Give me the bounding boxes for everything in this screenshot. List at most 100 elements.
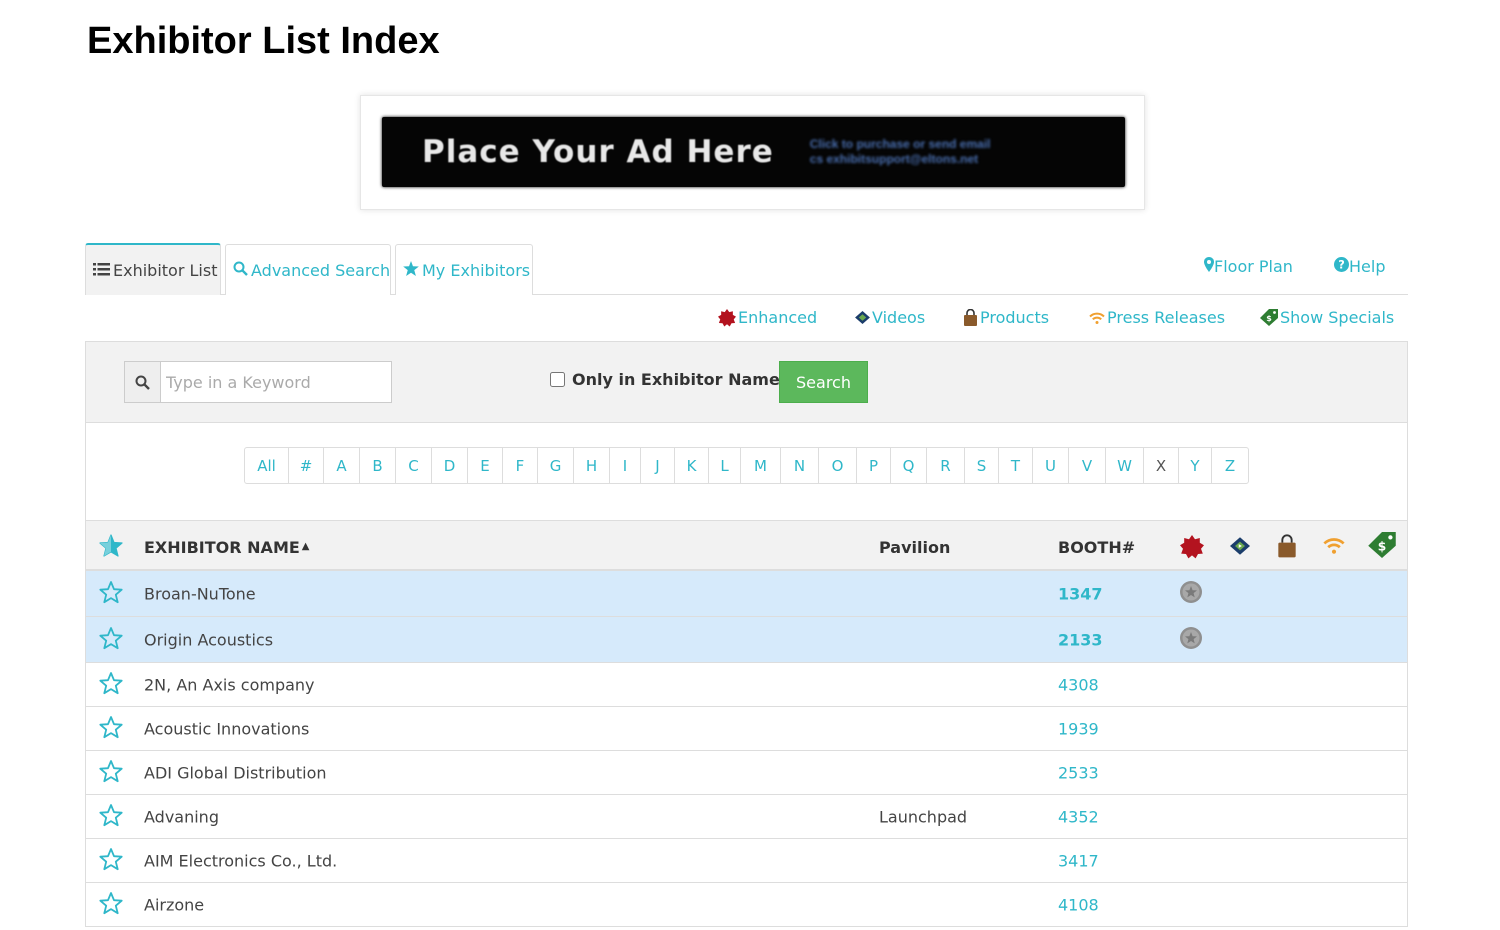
exhibitor-name-link[interactable]: Broan-NuTone	[144, 584, 256, 603]
sort-asc-icon: ▲	[301, 541, 310, 552]
legend-show-specials[interactable]: $ Show Specials	[1260, 308, 1394, 327]
alphabet-filter-u[interactable]: U	[1033, 448, 1069, 483]
legend-products[interactable]: Products	[963, 308, 1049, 327]
table-row[interactable]: Broan-NuTone 1347	[86, 571, 1407, 617]
table-row[interactable]: Origin Acoustics 2133	[86, 617, 1407, 663]
alphabet-filter-p[interactable]: P	[857, 448, 891, 483]
ad-banner[interactable]: Place Your Ad Here Click to purchase or …	[360, 95, 1145, 210]
only-exhibitor-name-option[interactable]: Only in Exhibitor Name	[550, 370, 780, 389]
alphabet-filter-c[interactable]: C	[396, 448, 432, 483]
tab-exhibitor-list[interactable]: Exhibitor List	[85, 243, 221, 295]
booth-link[interactable]: 4108	[1058, 895, 1099, 914]
alphabet-filter-all[interactable]: All	[245, 448, 289, 483]
shopping-bag-icon	[1277, 534, 1297, 563]
alphabet-filter-s[interactable]: S	[965, 448, 999, 483]
tab-bar: Exhibitor List Advanced Search My Exhibi…	[85, 243, 1408, 295]
help-link[interactable]: ? Help	[1334, 257, 1385, 276]
alphabet-filter-l[interactable]: L	[709, 448, 741, 483]
keyword-search-input[interactable]	[161, 362, 391, 402]
alphabet-filter-o[interactable]: O	[819, 448, 857, 483]
legend-press-releases[interactable]: Press Releases	[1089, 308, 1225, 327]
table-row[interactable]: Advaning Launchpad 4352	[86, 795, 1407, 839]
alphabet-filter-n[interactable]: N	[781, 448, 819, 483]
legend-videos[interactable]: Videos	[855, 308, 925, 327]
alphabet-pagination: All # A B C D E F G H I J K L M N O P Q R S T U V W X Y Z	[244, 447, 1249, 484]
booth-link[interactable]: 3417	[1058, 851, 1099, 870]
booth-link[interactable]: 1939	[1058, 719, 1099, 738]
favorite-star-icon[interactable]	[99, 580, 123, 607]
wifi-icon	[1089, 312, 1105, 324]
table-row[interactable]: ADI Global Distribution 2533	[86, 751, 1407, 795]
sort-exhibitor-name[interactable]: EXHIBITOR NAME ▲	[144, 538, 310, 557]
booth-link[interactable]: 2133	[1058, 630, 1103, 649]
exhibitor-name-link[interactable]: Airzone	[144, 895, 204, 914]
alphabet-filter-z[interactable]: Z	[1212, 448, 1248, 483]
alphabet-filter-h[interactable]: H	[574, 448, 610, 483]
alphabet-filter-b[interactable]: B	[360, 448, 396, 483]
alphabet-filter-g[interactable]: G	[538, 448, 574, 483]
table-row[interactable]: 2N, An Axis company 4308	[86, 663, 1407, 707]
favorite-star-icon[interactable]	[99, 847, 123, 874]
exhibitor-name-link[interactable]: AIM Electronics Co., Ltd.	[144, 851, 337, 870]
alphabet-filter-v[interactable]: V	[1069, 448, 1106, 483]
table-row[interactable]: Airzone 4108	[86, 883, 1407, 927]
star-filter-icon[interactable]	[99, 534, 123, 562]
table-row[interactable]: AIM Electronics Co., Ltd. 3417	[86, 839, 1407, 883]
alphabet-filter-hash[interactable]: #	[289, 448, 324, 483]
tab-advanced-search[interactable]: Advanced Search	[225, 244, 391, 295]
alphabet-filter-m[interactable]: M	[741, 448, 781, 483]
pavilion-header: Pavilion	[879, 538, 951, 557]
alphabet-filter-q[interactable]: Q	[891, 448, 927, 483]
alphabet-filter-x[interactable]: X	[1144, 448, 1179, 483]
search-button[interactable]: Search	[779, 361, 868, 403]
price-tag-icon: $	[1368, 532, 1396, 563]
alphabet-filter-j[interactable]: J	[641, 448, 675, 483]
alphabet-filter-w[interactable]: W	[1106, 448, 1144, 483]
table-row[interactable]: Acoustic Innovations 1939	[86, 707, 1407, 751]
alphabet-filter-i[interactable]: I	[610, 448, 641, 483]
booth-link[interactable]: 4352	[1058, 807, 1099, 826]
exhibitor-name-link[interactable]: Advaning	[144, 807, 219, 826]
alphabet-filter-d[interactable]: D	[432, 448, 468, 483]
booth-link[interactable]: 4308	[1058, 675, 1099, 694]
alphabet-filter-f[interactable]: F	[503, 448, 538, 483]
legend-label: Enhanced	[738, 308, 818, 327]
favorite-star-icon[interactable]	[99, 759, 123, 786]
search-panel: Only in Exhibitor Name Search	[85, 341, 1408, 423]
booth-header[interactable]: BOOTH#	[1058, 538, 1135, 557]
enhanced-badge-icon	[718, 308, 736, 327]
enhanced-status-icon	[1179, 626, 1203, 654]
tab-label: My Exhibitors	[422, 260, 531, 280]
legend-label: Show Specials	[1280, 308, 1395, 327]
favorite-star-icon[interactable]	[99, 891, 123, 918]
alphabet-filter-r[interactable]: R	[927, 448, 965, 483]
favorite-star-icon[interactable]	[99, 715, 123, 742]
ad-banner-image[interactable]: Place Your Ad Here Click to purchase or …	[382, 117, 1125, 187]
favorite-star-icon[interactable]	[99, 803, 123, 830]
floor-plan-link[interactable]: Floor Plan	[1204, 257, 1293, 276]
wifi-icon	[1323, 537, 1345, 559]
favorite-star-icon[interactable]	[99, 671, 123, 698]
exhibitor-name-link[interactable]: Origin Acoustics	[144, 630, 273, 649]
exhibitor-name-link[interactable]: Acoustic Innovations	[144, 719, 309, 738]
question-circle-icon: ?	[1334, 257, 1349, 276]
tab-my-exhibitors[interactable]: My Exhibitors	[395, 244, 533, 295]
tab-label: Exhibitor List	[113, 260, 218, 280]
booth-link[interactable]: 2533	[1058, 763, 1099, 782]
exhibitor-name-link[interactable]: 2N, An Axis company	[144, 675, 315, 694]
alphabet-filter-e[interactable]: E	[468, 448, 503, 483]
tab-label: Advanced Search	[251, 260, 391, 280]
alphabet-filter-a[interactable]: A	[324, 448, 360, 483]
favorite-star-icon[interactable]	[99, 626, 123, 653]
list-icon	[93, 261, 110, 280]
legend-enhanced[interactable]: Enhanced	[718, 308, 817, 327]
exhibitor-name-link[interactable]: ADI Global Distribution	[144, 763, 327, 782]
alphabet-filter-k[interactable]: K	[675, 448, 709, 483]
alphabet-filter-y[interactable]: Y	[1179, 448, 1212, 483]
page-title: Exhibitor List Index	[87, 20, 440, 62]
only-exhibitor-name-checkbox[interactable]	[550, 372, 565, 387]
alphabet-filter-t[interactable]: T	[999, 448, 1033, 483]
svg-text:$: $	[1378, 539, 1387, 553]
svg-text:?: ?	[1338, 259, 1345, 272]
booth-link[interactable]: 1347	[1058, 584, 1103, 603]
